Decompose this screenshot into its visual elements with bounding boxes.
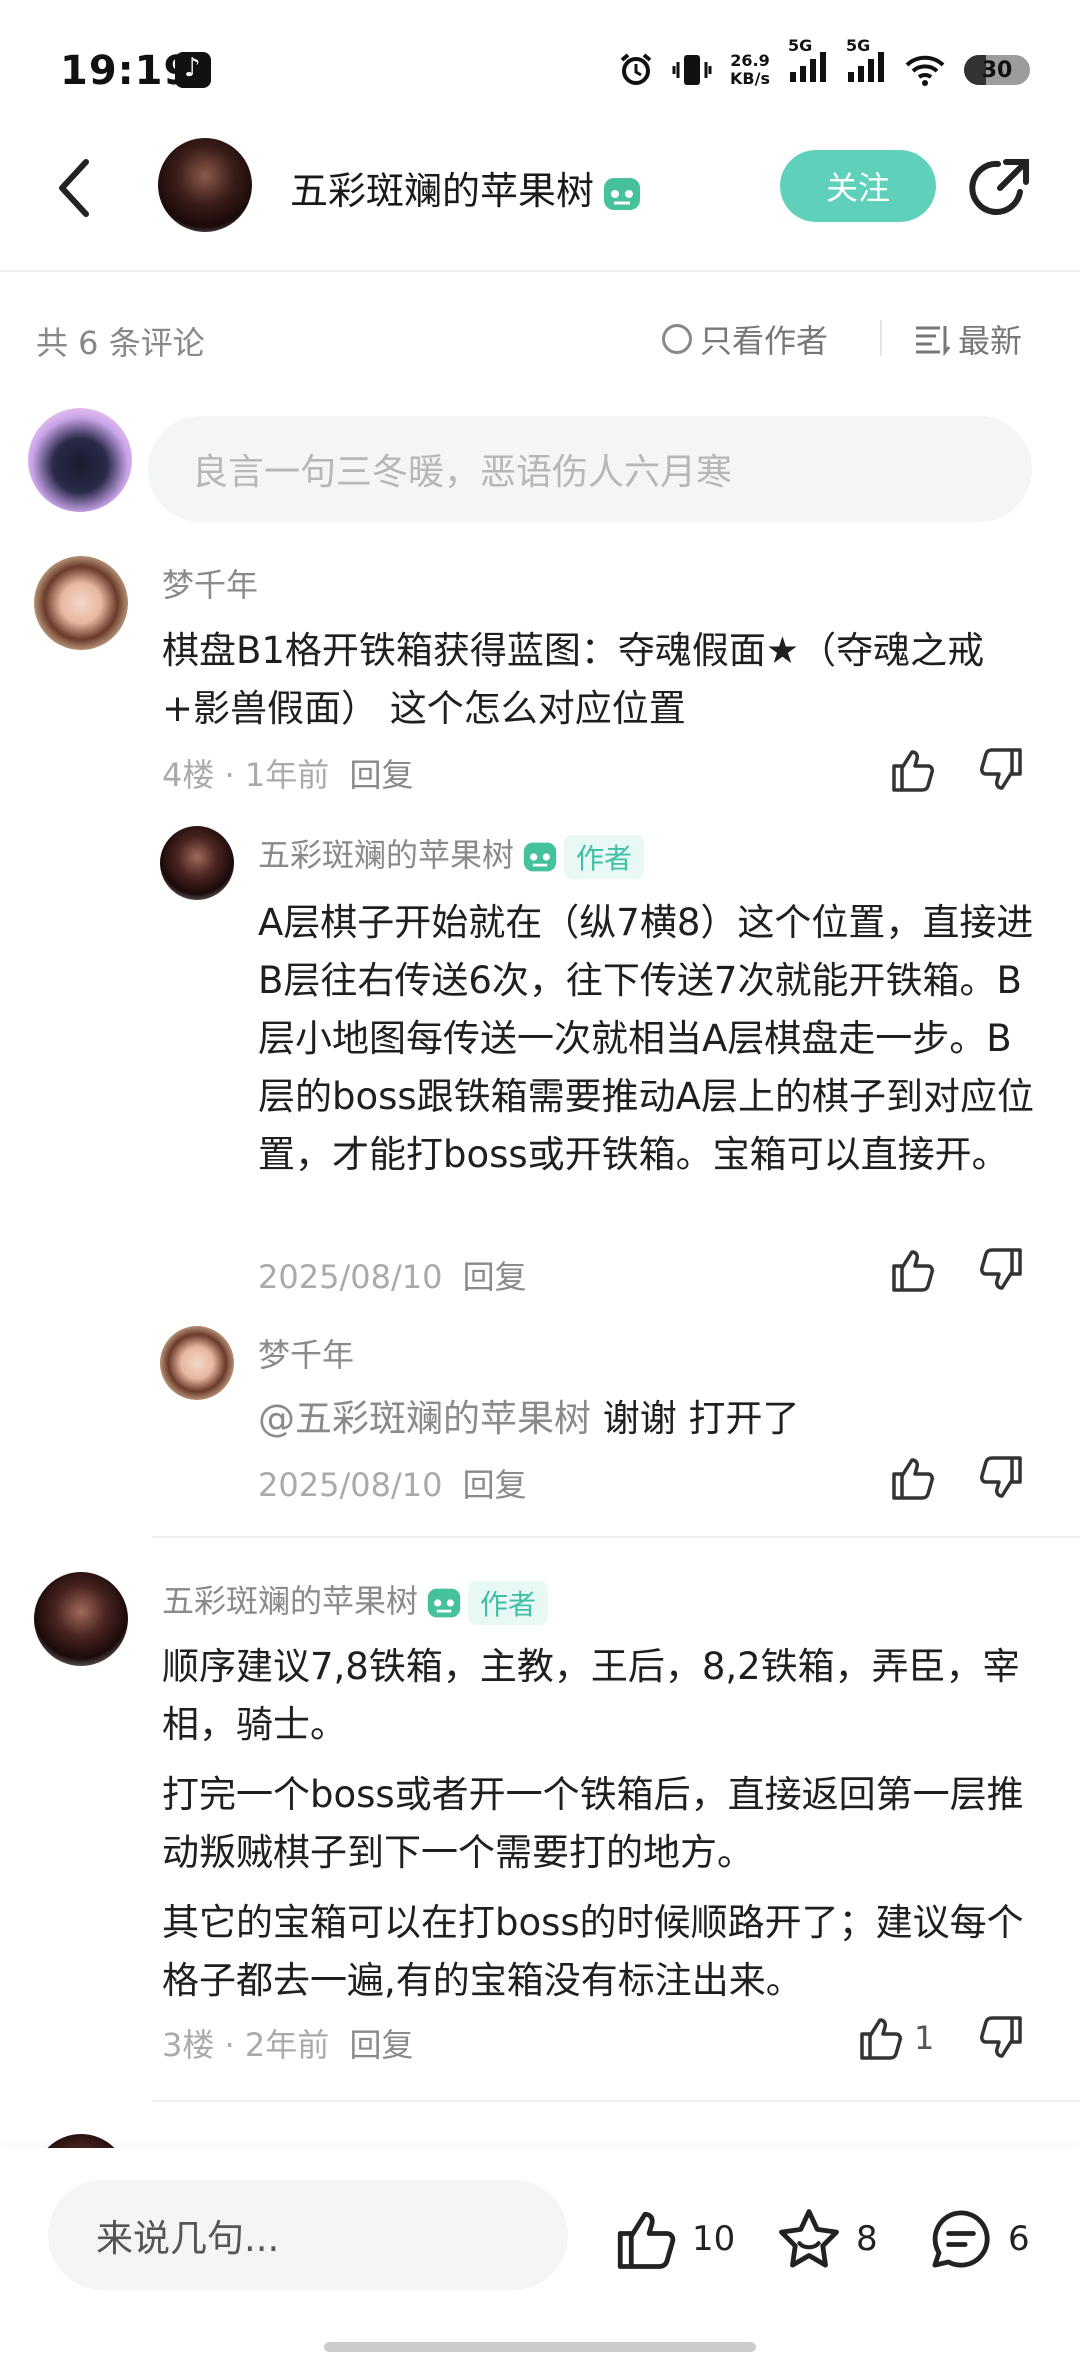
comment-paragraph: 顺序建议7,8铁箱，主教，王后，8,2铁箱，弄臣，宰相，骑士。 xyxy=(162,1645,1020,1746)
reply-username[interactable]: 梦千年 xyxy=(258,1330,354,1376)
author-only-toggle[interactable]: 只看作者 xyxy=(662,316,828,362)
thumbs-up-icon xyxy=(617,2211,676,2269)
comment-floor: 4楼 xyxy=(162,756,215,794)
net-speed-unit: KB/s xyxy=(730,69,770,88)
signal-2: 5G xyxy=(846,36,886,90)
comment-time: 2年前 xyxy=(244,2026,330,2064)
comment-meta: 3楼 · 2年前 回复 xyxy=(162,2026,414,2064)
thumbs-down-icon[interactable] xyxy=(978,746,1026,794)
thumbs-down-icon[interactable] xyxy=(978,1454,1026,1502)
comment-username[interactable]: 五彩斑斓的苹果树 xyxy=(162,1582,418,1620)
author-tag: 作者 xyxy=(468,1581,549,1625)
reply-date: 2025/08/10 xyxy=(258,1258,443,1296)
comment-paragraph: 其它的宝箱可以在打boss的时候顺路开了；建议每个格子都去一遍,有的宝箱没有标注… xyxy=(162,1901,1024,2002)
filter-divider xyxy=(880,320,882,356)
comment-divider xyxy=(152,1536,1080,1538)
bottom-comment-input[interactable]: 来说几句... xyxy=(48,2180,568,2290)
like-count: 1 xyxy=(914,2019,935,2057)
post-like-button[interactable]: 10 xyxy=(612,2206,735,2272)
battery-indicator: 30 xyxy=(964,55,1030,85)
comment-floor: 3楼 xyxy=(162,2026,215,2064)
alarm-icon xyxy=(620,53,652,85)
tiktok-notification-icon xyxy=(175,52,211,88)
reply-button[interactable]: 回复 xyxy=(463,1258,527,1296)
back-arrow-icon[interactable] xyxy=(56,158,92,218)
battery-level: 30 xyxy=(981,57,1013,83)
bottom-comment-input-label: 来说几句... xyxy=(96,2217,280,2260)
signal-1: 5G xyxy=(788,36,828,90)
reply-meta: 2025/08/10 回复 xyxy=(258,1460,527,1506)
signal-1-label: 5G xyxy=(788,36,813,55)
wifi-icon xyxy=(905,55,945,86)
post-like-count: 10 xyxy=(692,2219,736,2259)
avatar[interactable] xyxy=(160,826,234,900)
comment-divider xyxy=(152,2100,1080,2102)
comment-paragraph: 打完一个boss或者开一个铁箱后，直接返回第一层推动叛贼棋子到下一个需要打的地方… xyxy=(162,1773,1024,1874)
thumbs-down-icon[interactable] xyxy=(978,1246,1026,1294)
sort-label: 最新 xyxy=(958,322,1023,360)
reply-username[interactable]: 五彩斑斓的苹果树 xyxy=(258,836,514,874)
my-avatar xyxy=(28,408,132,512)
comment-count: 共 6 条评论 xyxy=(36,324,205,362)
avatar[interactable] xyxy=(34,556,128,650)
share-icon[interactable] xyxy=(968,156,1032,220)
author-avatar[interactable] xyxy=(158,138,252,232)
vibrate-icon xyxy=(672,55,712,85)
reply-button[interactable]: 回复 xyxy=(463,1466,527,1504)
home-indicator[interactable] xyxy=(324,2342,756,2352)
like-button[interactable]: 1 xyxy=(856,2014,934,2062)
net-speed: 26.9 KB/s xyxy=(730,52,770,88)
author-tag: 作者 xyxy=(564,835,645,879)
status-bar: 19:19 26.9KB/s 5G 5G 30 xyxy=(0,0,1080,130)
signal-bars-icon xyxy=(848,52,884,82)
reply-text: @五彩斑斓的苹果树 谢谢 打开了 xyxy=(258,1390,1038,1448)
reply-username-row: 五彩斑斓的苹果树 作者 xyxy=(258,830,645,879)
favorite-count: 8 xyxy=(856,2219,878,2259)
comment-input[interactable]: 良言一句三冬暖，恶语伤人六月寒 xyxy=(148,416,1032,522)
verified-game-badge-icon xyxy=(604,177,641,210)
avatar[interactable] xyxy=(34,1572,128,1666)
net-speed-value: 26.9 xyxy=(730,51,770,70)
header-username[interactable]: 五彩斑斓的苹果树 xyxy=(290,160,642,215)
header-divider xyxy=(0,270,1080,272)
reply-date: 2025/08/10 xyxy=(258,1466,443,1504)
star-icon xyxy=(779,2209,839,2268)
mention-link[interactable]: @五彩斑斓的苹果树 xyxy=(258,1397,591,1440)
comment-total: 6 xyxy=(1008,2219,1030,2259)
verified-game-badge-icon xyxy=(427,1588,461,1618)
verified-game-badge-icon xyxy=(523,842,557,872)
thumbs-up-icon[interactable] xyxy=(888,1246,936,1294)
reply-text-body: 谢谢 打开了 xyxy=(591,1397,800,1440)
status-time: 19:19 xyxy=(60,48,193,94)
status-icons: 26.9 KB/s 5G 5G 30 xyxy=(618,36,1030,90)
radio-icon xyxy=(662,324,692,354)
thumbs-up-icon[interactable] xyxy=(888,1454,936,1502)
author-only-label: 只看作者 xyxy=(700,322,829,360)
comments-button[interactable]: 6 xyxy=(928,2206,1030,2272)
reply-text: A层棋子开始就在（纵7横8）这个位置，直接进B层往右传送6次，往下传送7次就能开… xyxy=(258,901,1034,1176)
avatar[interactable] xyxy=(160,1326,234,1400)
sort-icon xyxy=(916,326,950,356)
chat-bubble-icon xyxy=(932,2210,990,2268)
thumbs-up-icon[interactable] xyxy=(888,746,936,794)
header-username-text: 五彩斑斓的苹果树 xyxy=(290,169,595,213)
thumbs-up-icon xyxy=(860,2018,902,2060)
follow-button[interactable]: 关注 xyxy=(780,150,936,222)
thumbs-down-icon[interactable] xyxy=(978,2014,1026,2062)
reply-meta: 2025/08/10 回复 xyxy=(258,1252,527,1298)
signal-2-label: 5G xyxy=(846,36,871,55)
comment-username-row: 五彩斑斓的苹果树 作者 xyxy=(162,1576,549,1625)
signal-bars-icon xyxy=(790,52,826,82)
favorite-button[interactable]: 8 xyxy=(776,2206,878,2272)
comment-text: 棋盘B1格开铁箱获得蓝图：夺魂假面★（夺魂之戒+影兽假面） 这个怎么对应位置 xyxy=(162,629,985,730)
reply-button[interactable]: 回复 xyxy=(349,2026,413,2064)
comment-meta: 4楼 · 1年前 回复 xyxy=(162,756,414,794)
reply-button[interactable]: 回复 xyxy=(349,756,413,794)
comment-username[interactable]: 梦千年 xyxy=(162,560,258,606)
comment-time: 1年前 xyxy=(244,756,330,794)
sort-button[interactable]: 最新 xyxy=(914,316,1022,362)
comment-input-placeholder: 良言一句三冬暖，恶语伤人六月寒 xyxy=(192,452,733,493)
